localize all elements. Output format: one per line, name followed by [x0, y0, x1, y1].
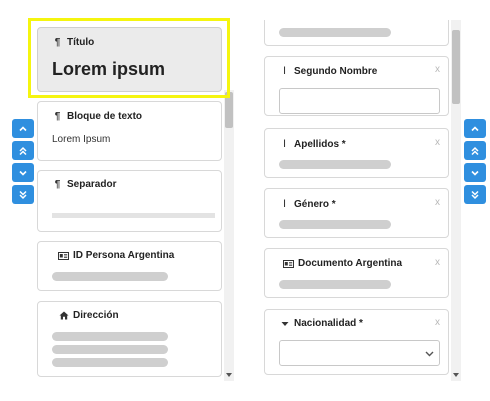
- double-chevron-up-icon: [471, 146, 479, 155]
- card-genero[interactable]: I Género * x: [264, 188, 449, 238]
- chevron-down-icon: [471, 170, 479, 176]
- card-segundo-nombre[interactable]: I Segundo Nombre x: [264, 56, 449, 116]
- segundo-nombre-input[interactable]: [279, 88, 440, 114]
- placeholder-bar: [279, 280, 391, 289]
- remove-field-button[interactable]: x: [435, 257, 440, 268]
- card-title-label: Género *: [294, 198, 336, 210]
- separator-preview: [52, 213, 215, 218]
- chevron-up-icon: [19, 125, 27, 131]
- card-title-label: Bloque de texto: [67, 111, 143, 122]
- remove-field-button[interactable]: x: [435, 64, 440, 75]
- card-documento-argentina[interactable]: Documento Argentina x: [264, 248, 449, 298]
- scroll-down-arrow-icon[interactable]: [453, 373, 459, 378]
- double-chevron-up-icon: [19, 146, 27, 155]
- text-block-preview: Lorem Ipsum: [52, 134, 111, 145]
- left-move-buttons: [12, 119, 34, 204]
- move-bottom-button[interactable]: [464, 185, 486, 204]
- placeholder-bar: [52, 272, 168, 281]
- id-card-icon: [283, 259, 294, 268]
- placeholder-bar: [279, 220, 391, 229]
- chevron-up-icon: [471, 125, 479, 131]
- text-cursor-icon: I: [282, 65, 287, 77]
- right-field-panel[interactable]: I Segundo Nombre x I Apellidos * x I Gén…: [264, 20, 464, 381]
- move-top-button[interactable]: [12, 141, 34, 160]
- card-separador[interactable]: ¶ Separador: [37, 170, 222, 232]
- placeholder-bar: [279, 160, 391, 169]
- card-direccion[interactable]: Dirección: [37, 301, 222, 377]
- text-cursor-icon: I: [282, 198, 287, 210]
- card-id-persona-argentina[interactable]: ID Persona Argentina: [37, 241, 222, 291]
- right-move-buttons: [464, 119, 486, 204]
- remove-field-button[interactable]: x: [435, 197, 440, 208]
- placeholder-bar: [52, 358, 168, 367]
- remove-field-button[interactable]: x: [435, 317, 440, 328]
- card-title-label: Dirección: [73, 310, 119, 321]
- card-title-label: Apellidos *: [294, 138, 346, 150]
- left-scrollbar[interactable]: [224, 90, 234, 381]
- card-title-label: Nacionalidad *: [294, 318, 363, 329]
- id-card-icon: [58, 251, 69, 260]
- move-up-button[interactable]: [12, 119, 34, 138]
- home-icon: [58, 311, 69, 320]
- placeholder-bar: [52, 332, 168, 341]
- double-chevron-down-icon: [471, 190, 479, 199]
- card-title-label: ID Persona Argentina: [73, 250, 175, 261]
- card-partial-top[interactable]: [264, 20, 449, 46]
- selection-highlight: [28, 18, 230, 98]
- nacionalidad-select[interactable]: [279, 340, 440, 366]
- card-title-label: Documento Argentina: [298, 258, 403, 269]
- card-apellidos[interactable]: I Apellidos * x: [264, 128, 449, 178]
- placeholder-bar: [52, 345, 168, 354]
- text-cursor-icon: I: [282, 138, 287, 150]
- caret-down-icon: [279, 321, 290, 327]
- pilcrow-icon: ¶: [54, 179, 61, 190]
- card-title-label: Separador: [67, 179, 117, 190]
- card-title-label: Segundo Nombre: [294, 65, 378, 77]
- right-scrollbar-thumb[interactable]: [452, 30, 460, 104]
- chevron-down-icon: [19, 170, 27, 176]
- move-bottom-button[interactable]: [12, 185, 34, 204]
- card-nacionalidad[interactable]: Nacionalidad * x: [264, 309, 449, 375]
- right-scrollbar[interactable]: [451, 20, 461, 381]
- move-top-button[interactable]: [464, 141, 486, 160]
- card-bloque-de-texto[interactable]: ¶ Bloque de texto Lorem Ipsum: [37, 101, 222, 161]
- move-down-button[interactable]: [464, 163, 486, 182]
- remove-field-button[interactable]: x: [435, 137, 440, 148]
- double-chevron-down-icon: [19, 190, 27, 199]
- pilcrow-icon: ¶: [54, 111, 61, 122]
- chevron-down-icon: [425, 351, 434, 357]
- placeholder-bar: [279, 28, 391, 37]
- move-down-button[interactable]: [12, 163, 34, 182]
- scroll-down-arrow-icon[interactable]: [226, 373, 232, 378]
- move-up-button[interactable]: [464, 119, 486, 138]
